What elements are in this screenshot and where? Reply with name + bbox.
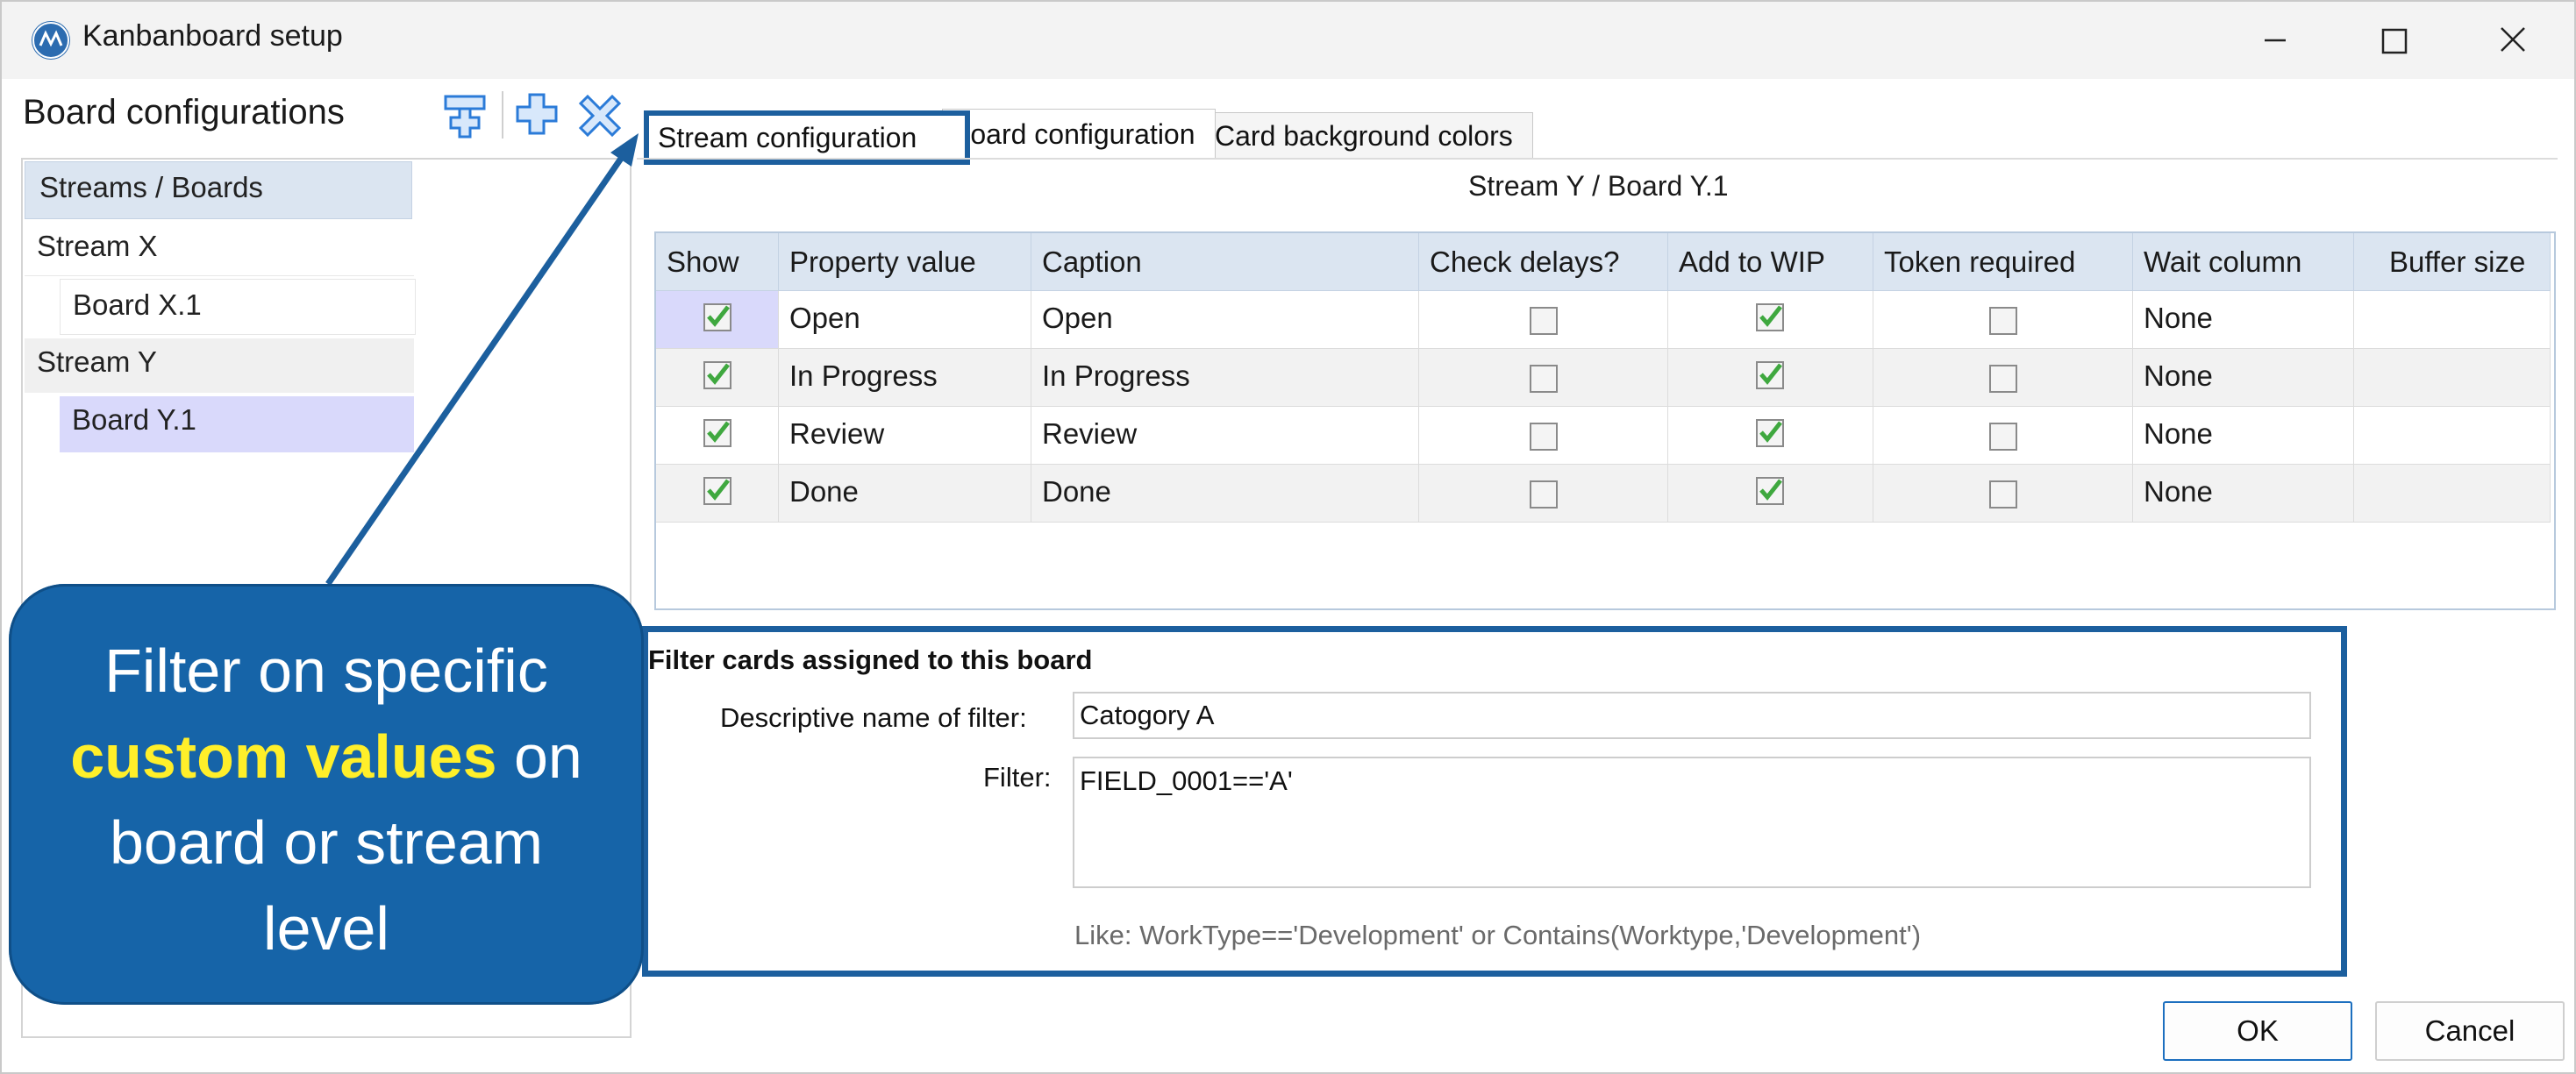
kanbanboard-setup-window: Kanbanboard setup Board configurations S… — [0, 0, 2576, 1074]
callout-line-1: Filter on specific — [104, 637, 548, 705]
callout-line-3: board or stream — [109, 808, 544, 877]
annotation-callout: Filter on specific custom values on boar… — [9, 584, 644, 1005]
callout-line-2: custom values on — [9, 714, 644, 800]
callout-line-2-rest: on — [496, 722, 582, 791]
callout-line-4: level — [263, 894, 389, 963]
callout-highlight: custom values — [70, 722, 497, 791]
callout-text: Filter on specific custom values on boar… — [9, 628, 644, 971]
